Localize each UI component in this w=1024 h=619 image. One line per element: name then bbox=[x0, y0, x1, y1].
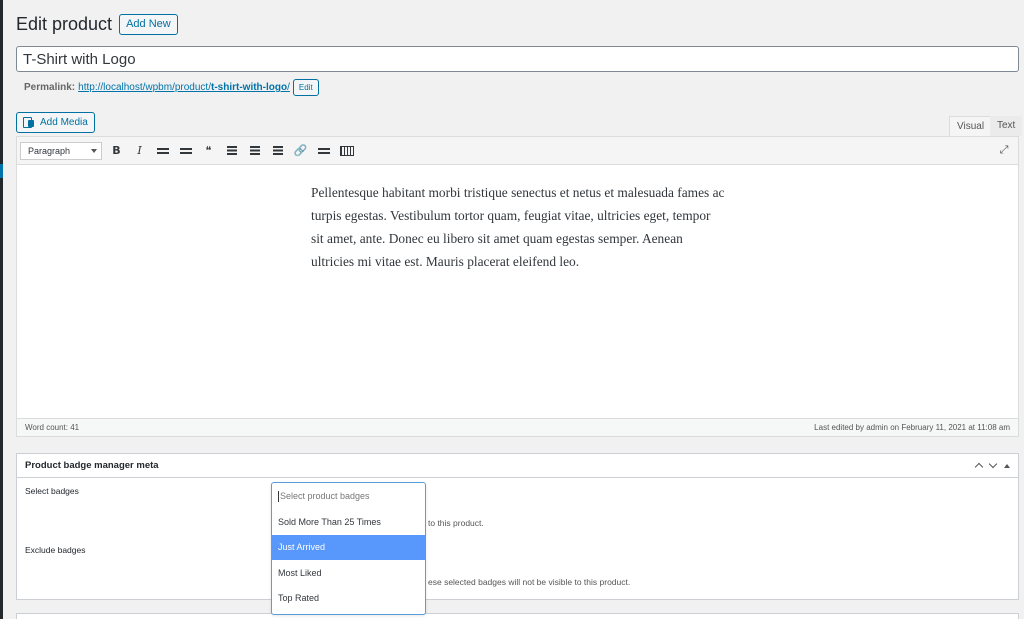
permalink-slug: t-shirt-with-logo bbox=[211, 82, 288, 93]
permalink-trailing: / bbox=[287, 82, 290, 93]
format-select[interactable]: Paragraph bbox=[20, 141, 102, 160]
page-title: Edit product bbox=[16, 14, 113, 34]
badge-option-just-arrived[interactable]: Just Arrived bbox=[272, 534, 425, 560]
permalink-edit-button[interactable]: Edit bbox=[292, 79, 319, 96]
metabox-controls bbox=[974, 459, 1010, 472]
toolbar-toggle-icon[interactable] bbox=[335, 141, 358, 161]
read-more-icon[interactable] bbox=[312, 141, 335, 161]
align-center-icon[interactable] bbox=[243, 141, 266, 161]
word-count: Word count: 41 bbox=[25, 423, 80, 432]
select-badges-description: to this product. bbox=[428, 518, 484, 528]
permalink-link[interactable]: http://localhost/wpbm/product/t-shirt-wi… bbox=[78, 82, 290, 93]
editor-statusbar: Word count: 41 Last edited by admin on F… bbox=[17, 418, 1018, 436]
admin-sidebar-edge bbox=[0, 0, 3, 619]
collapse-toggle-icon[interactable] bbox=[1004, 463, 1010, 468]
metabox-header: Product badge manager meta bbox=[17, 454, 1018, 478]
badge-option-top-rated[interactable]: Top Rated bbox=[272, 586, 425, 612]
badge-option-most-liked[interactable]: Most Liked bbox=[272, 560, 425, 586]
badge-search-placeholder: Select product badges bbox=[280, 491, 370, 501]
add-media-label: Add Media bbox=[40, 117, 88, 128]
editor-content-area[interactable]: Pellentesque habitant morbi tristique se… bbox=[17, 165, 1018, 419]
next-metabox bbox=[16, 613, 1019, 619]
move-up-icon[interactable] bbox=[974, 462, 984, 472]
tab-text[interactable]: Text bbox=[990, 116, 1023, 136]
add-new-button[interactable]: Add New bbox=[119, 14, 178, 35]
media-icon bbox=[23, 117, 35, 128]
page-heading: Edit product Add New bbox=[16, 14, 178, 35]
badge-manager-metabox: Product badge manager meta Select badges… bbox=[16, 453, 1019, 600]
tab-visual[interactable]: Visual bbox=[949, 116, 993, 136]
metabox-title: Product badge manager meta bbox=[25, 460, 159, 471]
badge-option-sold-more[interactable]: Sold More Than 25 Times bbox=[272, 509, 425, 535]
exclude-badges-label: Exclude badges bbox=[25, 545, 86, 555]
admin-sidebar-active-marker bbox=[0, 164, 3, 178]
format-select-value: Paragraph bbox=[28, 145, 71, 156]
permalink-base: http://localhost/wpbm/product/ bbox=[78, 82, 211, 93]
italic-icon[interactable]: I bbox=[128, 141, 151, 161]
align-left-icon[interactable] bbox=[220, 141, 243, 161]
product-title-input[interactable] bbox=[16, 46, 1019, 72]
editor-body-text: Pellentesque habitant morbi tristique se… bbox=[311, 185, 725, 269]
select-badges-label: Select badges bbox=[25, 486, 79, 496]
editor-toolbar: Paragraph B I ❝ 🔗 ⤢ bbox=[17, 137, 1018, 165]
bold-icon[interactable]: B bbox=[105, 141, 128, 161]
chevron-down-icon bbox=[91, 148, 97, 153]
last-edited: Last edited by admin on February 11, 202… bbox=[814, 423, 1010, 432]
permalink-label: Permalink: bbox=[24, 82, 76, 93]
align-right-icon[interactable] bbox=[266, 141, 289, 161]
add-media-button[interactable]: Add Media bbox=[16, 112, 95, 133]
link-icon[interactable]: 🔗 bbox=[289, 141, 312, 161]
content-editor: Paragraph B I ❝ 🔗 ⤢ Pellentesque habitan… bbox=[16, 136, 1019, 437]
text-cursor bbox=[278, 490, 279, 502]
move-down-icon[interactable] bbox=[988, 459, 998, 469]
bullet-list-icon[interactable] bbox=[151, 141, 174, 161]
blockquote-icon[interactable]: ❝ bbox=[197, 141, 220, 161]
permalink-row: Permalink: http://localhost/wpbm/product… bbox=[24, 79, 319, 96]
fullscreen-icon[interactable]: ⤢ bbox=[998, 144, 1010, 156]
exclude-badges-description: ese selected badges will not be visible … bbox=[428, 577, 631, 587]
badge-search-input[interactable]: Select product badges bbox=[272, 483, 425, 509]
numbered-list-icon[interactable] bbox=[174, 141, 197, 161]
badge-dropdown[interactable]: Select product badges Sold More Than 25 … bbox=[271, 482, 426, 615]
